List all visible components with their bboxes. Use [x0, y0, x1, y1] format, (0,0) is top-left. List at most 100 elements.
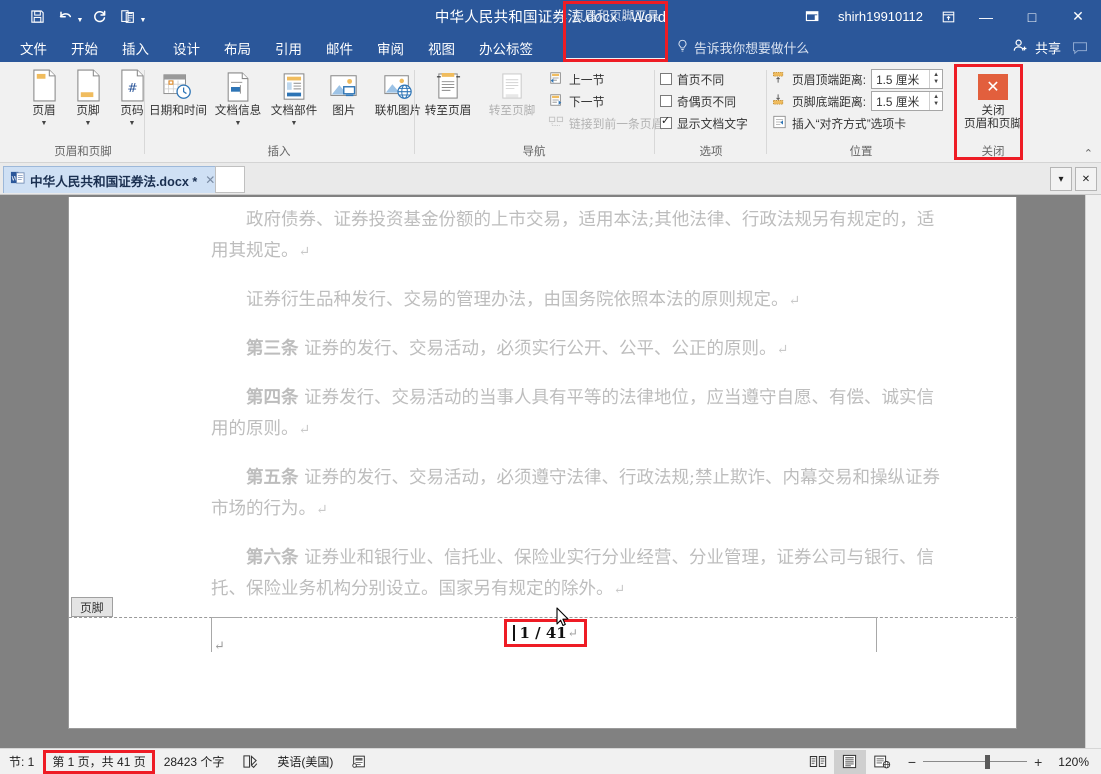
tab-insert[interactable]: 插入 [110, 33, 161, 62]
tab-view[interactable]: 视图 [416, 33, 467, 62]
different-odd-even-checkbox[interactable] [660, 95, 672, 107]
footer-from-bottom-value: 1.5 厘米 [876, 94, 920, 109]
zoom-slider-track[interactable] [923, 754, 1028, 769]
insert-document-info-label: 文档信息 [214, 104, 262, 117]
paragraph: 第五条 证券的发行、交易活动，必须遵守法律、行政法规;禁止欺诈、内幕交易和操纵证… [211, 463, 951, 526]
close-all-tabs-icon[interactable]: ✕ [1075, 167, 1097, 191]
next-section-label: 下一节 [569, 94, 605, 109]
minimize-button[interactable]: — [963, 0, 1009, 33]
undo-dropdown-icon[interactable]: ▼ [75, 4, 85, 30]
footer-pilcrow-mark: ↵ [214, 639, 225, 654]
tab-layout[interactable]: 布局 [212, 33, 263, 62]
status-page-indicator[interactable]: 第 1 页，共 41 页 [43, 749, 154, 774]
insert-date-time-label: 日期和时间 [149, 104, 207, 117]
insert-document-info-button[interactable]: 文档信息 ▼ [210, 64, 266, 127]
different-first-page-checkbox[interactable] [660, 73, 672, 85]
show-document-text-row[interactable]: 显示文档文字 [660, 112, 748, 134]
chevron-down-icon[interactable]: ▼ [41, 120, 48, 127]
close-header-footer-button[interactable]: ✕ 关闭 页眉和页脚 [957, 66, 1029, 131]
different-first-page-row[interactable]: 首页不同 [660, 68, 748, 90]
status-page-indicator-wrap[interactable]: 第 1 页，共 41 页 [43, 749, 155, 774]
proofing-icon[interactable] [233, 749, 268, 774]
spinner-arrows[interactable]: ▲ ▼ [929, 92, 942, 110]
insert-quick-parts-button[interactable]: 文档部件 ▼ [266, 64, 322, 127]
web-layout-icon[interactable] [866, 750, 898, 774]
zoom-slider-handle[interactable] [985, 754, 991, 769]
document-tab[interactable]: W 中华人民共和国证券法.docx * ✕ [3, 166, 224, 193]
zoom-slider[interactable]: − + [898, 754, 1052, 770]
ribbon-tabs: 文件 开始 插入 设计 布局 引用 邮件 审阅 视图 办公标签 [8, 33, 545, 62]
tab-review[interactable]: 审阅 [365, 33, 416, 62]
different-odd-even-row[interactable]: 奇偶页不同 [660, 90, 748, 112]
alignment-tab-icon [772, 115, 787, 132]
document-info-icon [225, 68, 252, 102]
close-window-button[interactable]: ✕ [1055, 0, 1101, 33]
tab-mailings[interactable]: 邮件 [314, 33, 365, 62]
user-account-name[interactable]: shirh19910112 [828, 9, 933, 24]
macro-record-icon[interactable] [342, 749, 376, 774]
spinner-arrows[interactable]: ▲ ▼ [929, 70, 942, 88]
collapse-ribbon-icon[interactable]: ⌃ [1084, 147, 1093, 160]
new-tab-button[interactable] [215, 166, 245, 193]
insert-alignment-tab-button[interactable]: 插入“对齐方式”选项卡 [772, 112, 943, 134]
zoom-out-button[interactable]: − [908, 754, 916, 770]
tab-design[interactable]: 设计 [161, 33, 212, 62]
tab-office-tab[interactable]: 办公标签 [467, 33, 545, 62]
chevron-down-icon[interactable]: ▼ [235, 120, 242, 127]
status-word-count[interactable]: 28423 个字 [155, 749, 234, 774]
tab-home[interactable]: 开始 [59, 33, 110, 62]
redo-icon[interactable] [87, 4, 113, 30]
chevron-down-icon[interactable]: ▼ [129, 120, 136, 127]
highlight-box-page-number: 1 / 41 ↵ [504, 619, 587, 647]
previous-section-button[interactable]: 上一节 [548, 68, 663, 90]
document-page[interactable]: 政府债券、证券投资基金份额的上市交易，适用本法;其他法律、行政法规另有规定的，适… [68, 197, 1018, 729]
insert-picture-button[interactable]: 图片 [322, 64, 366, 118]
tell-me-search[interactable]: 告诉我你想要做什么 [676, 33, 809, 62]
goto-footer-icon [499, 68, 526, 102]
date-time-icon [162, 68, 194, 102]
maximize-button[interactable]: □ [1009, 0, 1055, 33]
tab-file[interactable]: 文件 [8, 33, 59, 62]
zoom-in-button[interactable]: + [1034, 754, 1042, 770]
footer-from-bottom-icon [772, 93, 787, 109]
customize-qat-icon[interactable]: ▼ [138, 4, 148, 30]
zoom-level-label[interactable]: 120% [1052, 755, 1101, 769]
paragraph-text: 证券业和银行业、信托业、保险业实行分业经营、分业管理，证券公司与银行、信托、保险… [211, 548, 935, 599]
comments-icon[interactable] [1067, 33, 1093, 62]
chevron-down-icon[interactable]: ▼ [291, 120, 298, 127]
svg-text:#: # [127, 80, 138, 95]
vertical-scrollbar[interactable] [1085, 195, 1101, 748]
header-from-top-spinner[interactable]: 1.5 厘米 ▲ ▼ [871, 69, 944, 89]
next-section-button[interactable]: 下一节 [548, 90, 663, 112]
paragraph-text: 证券的发行、交易活动，必须实行公开、公平、公正的原则。 [298, 339, 777, 359]
pilcrow-mark: ↵ [316, 502, 328, 518]
footer-edit-zone[interactable]: 页脚 ↵ 1 / 41 ↵ [69, 597, 1018, 729]
goto-header-icon [435, 68, 462, 102]
group-title-navigation: 导航 [522, 146, 546, 158]
document-tab-bar: W 中华人民共和国证券法.docx * ✕ ▾ ✕ [0, 163, 1101, 195]
status-language[interactable]: 英语(美国) [268, 749, 342, 774]
chevron-down-icon[interactable]: ▼ [85, 120, 92, 127]
tab-references[interactable]: 引用 [263, 33, 314, 62]
print-layout-icon[interactable] [833, 749, 866, 774]
insert-header-button[interactable]: 页眉 ▼ [22, 64, 66, 127]
goto-header-button[interactable]: 转至页眉 [416, 64, 480, 118]
status-section[interactable]: 节: 1 [0, 749, 43, 774]
insert-quick-parts-label: 文档部件 [270, 104, 318, 117]
header-from-top-row: 页眉顶端距离: 1.5 厘米 ▲ ▼ [772, 68, 944, 90]
tab-list-dropdown-icon[interactable]: ▾ [1050, 167, 1072, 191]
read-mode-icon[interactable] [802, 750, 834, 774]
footer-from-bottom-row: 页脚底端距离: 1.5 厘米 ▲ ▼ [772, 90, 944, 112]
footer-from-bottom-spinner[interactable]: 1.5 厘米 ▲ ▼ [871, 91, 944, 111]
pilcrow-mark: ↵ [776, 342, 789, 358]
insert-date-time-button[interactable]: 日期和时间 [146, 64, 210, 118]
share-button-label[interactable]: 共享 [1035, 38, 1061, 57]
insert-footer-button[interactable]: 页脚 ▼ [66, 64, 110, 127]
save-icon[interactable] [24, 4, 50, 30]
header-from-top-icon [772, 71, 787, 87]
ribbon: 页眉 ▼ 页脚 ▼ # 页码 ▼ 页眉和页脚 日期和时间 文档信息 ▼ 文档部件… [0, 62, 1101, 163]
paragraph: 证券衍生品种发行、交易的管理办法，由国务院依照本法的原则规定。↵ [211, 285, 951, 317]
ribbon-display-options-icon[interactable] [798, 0, 828, 33]
show-document-text-checkbox[interactable] [660, 115, 672, 129]
restore-icon[interactable] [933, 0, 963, 33]
